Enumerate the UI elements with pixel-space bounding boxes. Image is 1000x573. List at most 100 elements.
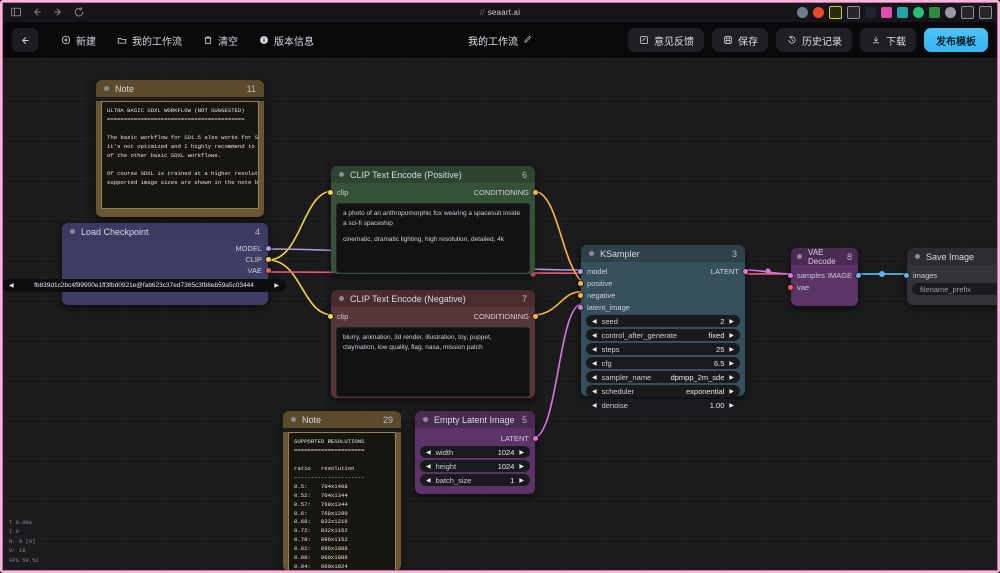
port-row-clip-in[interactable]: clip CONDITIONING [328,186,538,199]
port-dot-images[interactable] [904,272,909,278]
node-title-bar[interactable]: Note 11 [96,80,264,97]
node-collapse-dot[interactable] [70,229,75,234]
port-dot-negative[interactable] [578,292,583,298]
node-note-top[interactable]: Note 11 ULTRA BASIC SDXL WORKFLOW (NOT S… [96,80,264,217]
widget-batch-size[interactable]: ◀ batch_size 1 ▶ [420,474,530,486]
port-dot-clip[interactable] [328,314,333,319]
widget-width[interactable]: ◀ width 1024 ▶ [420,446,530,458]
chevron-right-icon[interactable]: ▶ [729,374,734,381]
port-dot-vae[interactable] [266,268,271,273]
node-empty-latent-image[interactable]: Empty Latent Image 5 LATENT ◀ width 1024 ▶ … [415,411,538,494]
node-collapse-dot[interactable] [339,296,344,301]
chevron-left-icon[interactable]: ◀ [592,360,597,367]
extension-icon-5[interactable] [865,6,876,18]
chevron-left-icon[interactable]: ◀ [592,374,597,381]
port-row-clip-in[interactable]: clip CONDITIONING [328,310,538,323]
chevron-left-icon[interactable]: ◀ [592,318,597,325]
node-collapse-dot[interactable] [589,251,594,256]
extension-icon-2[interactable] [813,6,824,18]
chevron-right-icon[interactable]: ▶ [729,318,734,325]
port-row-vae[interactable]: VAE [62,265,271,276]
port-row-model[interactable]: MODEL [62,243,271,254]
port-row-negative[interactable]: negative [578,289,745,301]
extension-icon-6[interactable] [881,6,892,18]
history-button[interactable]: 历史记录 [776,28,852,52]
toolbar-item-my-workflows[interactable]: 我的工作流 [116,33,182,48]
toolbar-item-new[interactable]: 新建 [60,33,96,48]
widget-scheduler[interactable]: ◀ scheduler exponential ▶ [586,385,740,397]
port-dot-conditioning[interactable] [533,314,538,319]
node-title-bar[interactable]: KSampler 3 [581,245,745,262]
download-button[interactable]: 下载 [860,28,916,52]
node-title-bar[interactable]: CLIP Text Encode (Negative) 7 [331,290,535,307]
node-title-bar[interactable]: VAE Decode 8 [791,248,858,266]
ckpt-name-widget[interactable]: ◀ fb839d1c2bc4f99900e1ff3fbd0921e@fab623… [2,279,286,292]
node-clip-text-encode-positive[interactable]: CLIP Text Encode (Positive) 6 clip CONDI… [328,166,538,274]
note-text[interactable]: ULTRA BASIC SDXL WORKFLOW (NOT SUGGESTED… [101,101,259,209]
port-dot-latent[interactable] [533,435,538,441]
widget-cfg[interactable]: ◀ cfg 6.5 ▶ [586,357,740,369]
widget-denoise[interactable]: ◀ denoise 1.00 ▶ [586,399,740,411]
chevron-right-icon[interactable]: ▶ [519,477,524,484]
publish-template-button[interactable]: 发布模板 [924,28,988,52]
node-clip-text-encode-negative[interactable]: CLIP Text Encode (Negative) 7 clip CONDI… [328,290,538,398]
node-collapse-dot[interactable] [339,172,344,177]
port-row-latent-image[interactable]: latent_image [578,301,745,313]
chevron-right-icon[interactable]: ▶ [519,449,524,456]
widget-sampler-name[interactable]: ◀ sampler_name dpmpp_2m_sde ▶ [586,371,740,383]
chevron-left-icon[interactable]: ◀ [592,402,597,409]
widget-steps[interactable]: ◀ steps 25 ▶ [586,343,740,355]
workflow-canvas[interactable]: Note 11 ULTRA BASIC SDXL WORKFLOW (NOT S… [2,58,998,571]
node-title-bar[interactable]: Note 29 [283,411,401,428]
chevron-left-icon[interactable]: ◀ [426,477,431,484]
node-ksampler[interactable]: KSampler 3 model LATENT positive negativ… [578,245,748,411]
port-row-positive[interactable]: positive [578,277,745,289]
chevron-right-icon[interactable]: ▶ [729,346,734,353]
widget-filename-prefix[interactable]: filename_prefix [912,283,998,295]
chevron-right-icon[interactable]: ▶ [729,332,734,339]
port-dot-model[interactable] [266,246,271,251]
pencil-icon[interactable] [523,35,532,46]
extension-icon-1[interactable] [797,6,808,18]
port-dot-latent-out[interactable] [743,268,748,274]
positive-prompt-textarea[interactable]: a photo of an anthropomorphic fox wearin… [336,203,530,273]
chevron-left-icon[interactable]: ◀ [592,388,597,395]
chevron-right-icon[interactable]: ▶ [729,388,734,395]
node-title-bar[interactable]: CLIP Text Encode (Positive) 6 [331,166,535,183]
port-dot-clip[interactable] [328,190,333,195]
node-title-bar[interactable]: Save Image [907,248,998,265]
chevron-left-icon[interactable]: ◀ [592,332,597,339]
port-dot-image[interactable] [856,272,861,278]
port-dot-model[interactable] [578,268,583,274]
widget-height[interactable]: ◀ height 1024 ▶ [420,460,530,472]
node-collapse-dot[interactable] [104,86,109,91]
chevron-left-icon[interactable]: ◀ [426,449,431,456]
node-collapse-dot[interactable] [423,417,428,422]
port-dot-latent-image[interactable] [578,304,583,310]
node-note-resolutions[interactable]: Note 29 SUPPORTED RESOLUTIONS ==========… [283,411,401,571]
port-row-images[interactable]: images [904,269,998,281]
node-collapse-dot[interactable] [797,254,802,259]
node-collapse-dot[interactable] [915,254,920,259]
extension-icon-4[interactable] [847,5,860,19]
extension-icon-12[interactable] [979,5,992,19]
node-save-image[interactable]: Save Image images filename_prefix [904,248,998,305]
port-dot-samples[interactable] [788,272,793,278]
widget-seed[interactable]: ◀ seed 2 ▶ [586,315,740,327]
toolbar-item-version-info[interactable]: 版本信息 [258,33,314,48]
chevron-right-icon[interactable]: ▶ [519,463,524,470]
chevron-right-icon[interactable]: ▶ [274,282,279,289]
extension-icon-10[interactable] [945,6,956,18]
chevron-right-icon[interactable]: ▶ [729,360,734,367]
save-button[interactable]: 保存 [712,28,768,52]
node-vae-decode[interactable]: VAE Decode 8 samples IMAGE vae [788,248,861,306]
workflow-back-button[interactable] [12,28,38,52]
chevron-left-icon[interactable]: ◀ [426,463,431,470]
resolutions-note-text[interactable]: SUPPORTED RESOLUTIONS ==================… [288,432,396,571]
extension-icon-3[interactable] [829,5,842,19]
chevron-right-icon[interactable]: ▶ [729,402,734,409]
node-collapse-dot[interactable] [291,417,296,422]
port-dot-positive[interactable] [578,280,583,286]
feedback-button[interactable]: 意见反馈 [628,28,704,52]
negative-prompt-textarea[interactable]: blurry, animation, 3d render, illustrati… [336,327,530,397]
